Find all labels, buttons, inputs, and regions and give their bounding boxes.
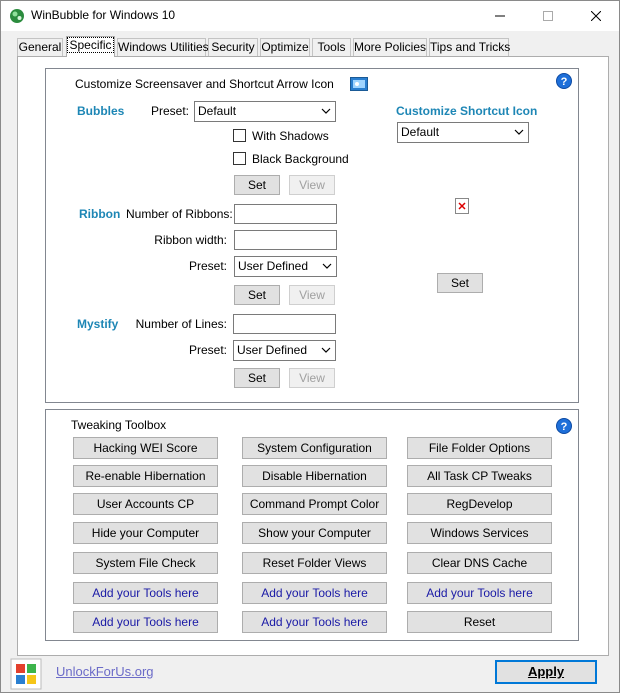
windows-services-button[interactable]: Windows Services: [407, 522, 552, 544]
tab-tips-and-tricks[interactable]: Tips and Tricks: [429, 38, 511, 56]
tab-label: Security: [211, 40, 255, 54]
chevron-down-icon: [321, 347, 331, 353]
regdevelop-button[interactable]: RegDevelop: [407, 493, 552, 515]
screensaver-icon: [350, 77, 368, 91]
tab-tools[interactable]: Tools: [312, 38, 351, 56]
shortcut-preview-image: [455, 198, 469, 214]
tab-label: Windows Utilities: [118, 40, 209, 54]
hacking-wei-score-button[interactable]: Hacking WEI Score: [73, 437, 218, 459]
tab-label: Optimize: [261, 40, 309, 54]
select-value: User Defined: [238, 259, 309, 273]
unlockforus-logo-icon: [10, 658, 42, 690]
tab-label: Tips and Tricks: [430, 40, 511, 54]
bubbles-preset-label: Preset:: [151, 104, 190, 118]
close-icon: [591, 11, 601, 21]
screensaver-group: Customize Screensaver and Shortcut Arrow…: [45, 68, 579, 403]
ribbon-view-button[interactable]: View: [289, 285, 335, 305]
close-button[interactable]: [573, 1, 619, 31]
tab-more-policies[interactable]: More Policies: [353, 38, 427, 56]
shortcut-set-button[interactable]: Set: [437, 273, 483, 293]
minimize-icon: [495, 15, 505, 17]
command-prompt-color-button[interactable]: Command Prompt Color: [242, 493, 387, 515]
bubbles-label: Bubbles: [77, 104, 125, 118]
tab-security[interactable]: Security: [208, 38, 258, 56]
tab-windows-utilities[interactable]: Windows Utilities: [117, 38, 209, 56]
with-shadows-checkbox[interactable]: [233, 129, 246, 142]
mystify-label: Mystify: [77, 317, 119, 331]
window-title: WinBubble for Windows 10: [31, 8, 176, 22]
number-of-lines-input[interactable]: [233, 314, 336, 334]
clear-dns-cache-button[interactable]: Clear DNS Cache: [407, 552, 552, 574]
system-file-check-button[interactable]: System File Check: [73, 552, 218, 574]
user-accounts-cp-button[interactable]: User Accounts CP: [73, 493, 218, 515]
tab-panel-specific: Customize Screensaver and Shortcut Arrow…: [17, 56, 609, 656]
black-background-checkbox[interactable]: [233, 152, 246, 165]
chevron-down-icon: [322, 263, 332, 269]
reset-button[interactable]: Reset: [407, 611, 552, 633]
show-your-computer-button[interactable]: Show your Computer: [242, 522, 387, 544]
hide-your-computer-button[interactable]: Hide your Computer: [73, 522, 218, 544]
with-shadows-label: With Shadows: [252, 129, 329, 143]
maximize-icon: [543, 11, 553, 21]
file-folder-options-button[interactable]: File Folder Options: [407, 437, 552, 459]
tweaking-toolbox-group: Tweaking Toolbox ? Hacking WEI Score Sys…: [45, 409, 579, 641]
select-value: Default: [198, 104, 237, 118]
mystify-preset-select[interactable]: User Defined: [233, 340, 336, 361]
group-title: Customize Screensaver and Shortcut Arrow…: [75, 77, 334, 91]
add-tool-button[interactable]: Add your Tools here: [242, 582, 387, 604]
customize-shortcut-icon-label: Customize Shortcut Icon: [396, 104, 538, 118]
number-of-lines-label: Number of Lines:: [135, 317, 227, 331]
system-configuration-button[interactable]: System Configuration: [242, 437, 387, 459]
maximize-button[interactable]: [525, 1, 571, 31]
ribbon-width-input[interactable]: [234, 230, 337, 250]
mystify-set-button[interactable]: Set: [234, 368, 280, 388]
app-window: WinBubble for Windows 10 General Specifi…: [0, 0, 620, 693]
app-logo-icon: [10, 9, 24, 23]
help-icon[interactable]: ?: [556, 418, 572, 434]
title-bar: WinBubble for Windows 10: [1, 1, 619, 31]
tab-general[interactable]: General: [17, 38, 63, 56]
disable-hibernation-button[interactable]: Disable Hibernation: [242, 465, 387, 487]
tab-optimize[interactable]: Optimize: [260, 38, 310, 56]
mystify-view-button[interactable]: View: [289, 368, 335, 388]
ribbon-preset-label: Preset:: [188, 259, 227, 273]
bubbles-set-button[interactable]: Set: [234, 175, 280, 195]
tab-specific[interactable]: Specific: [66, 36, 115, 57]
help-icon[interactable]: ?: [556, 73, 572, 89]
select-value: Default: [401, 125, 440, 139]
add-tool-button[interactable]: Add your Tools here: [73, 582, 218, 604]
minimize-button[interactable]: [477, 1, 523, 31]
mystify-preset-label: Preset:: [188, 343, 227, 357]
re-enable-hibernation-button[interactable]: Re-enable Hibernation: [73, 465, 218, 487]
group-title: Tweaking Toolbox: [71, 418, 167, 432]
tab-label: Tools: [317, 40, 346, 54]
chevron-down-icon: [321, 108, 331, 114]
monitor-icon: [353, 80, 365, 88]
reset-folder-views-button[interactable]: Reset Folder Views: [242, 552, 387, 574]
add-tool-button[interactable]: Add your Tools here: [242, 611, 387, 633]
ribbon-preset-select[interactable]: User Defined: [234, 256, 337, 277]
tab-label: General: [18, 40, 62, 54]
broken-image-icon: [458, 202, 466, 210]
black-background-label: Black Background: [252, 152, 349, 166]
bubbles-view-button[interactable]: View: [289, 175, 335, 195]
bubbles-preset-select[interactable]: Default: [194, 101, 336, 122]
all-task-cp-tweaks-button[interactable]: All Task CP Tweaks: [407, 465, 552, 487]
select-value: User Defined: [237, 343, 308, 357]
apply-button[interactable]: Apply: [495, 660, 597, 684]
add-tool-button[interactable]: Add your Tools here: [73, 611, 218, 633]
tab-label: Specific: [67, 37, 114, 53]
add-tool-button[interactable]: Add your Tools here: [407, 582, 552, 604]
ribbon-width-label: Ribbon width:: [154, 233, 227, 247]
tab-label: More Policies: [354, 40, 427, 54]
number-of-ribbons-input[interactable]: [234, 204, 337, 224]
apply-label: Apply: [527, 664, 565, 679]
unlockforus-link[interactable]: UnlockForUs.org: [56, 664, 154, 679]
ribbon-set-button[interactable]: Set: [234, 285, 280, 305]
chevron-down-icon: [514, 129, 524, 135]
shortcut-icon-select[interactable]: Default: [397, 122, 529, 143]
number-of-ribbons-label: Number of Ribbons:: [126, 207, 233, 221]
ribbon-label: Ribbon: [79, 207, 121, 221]
